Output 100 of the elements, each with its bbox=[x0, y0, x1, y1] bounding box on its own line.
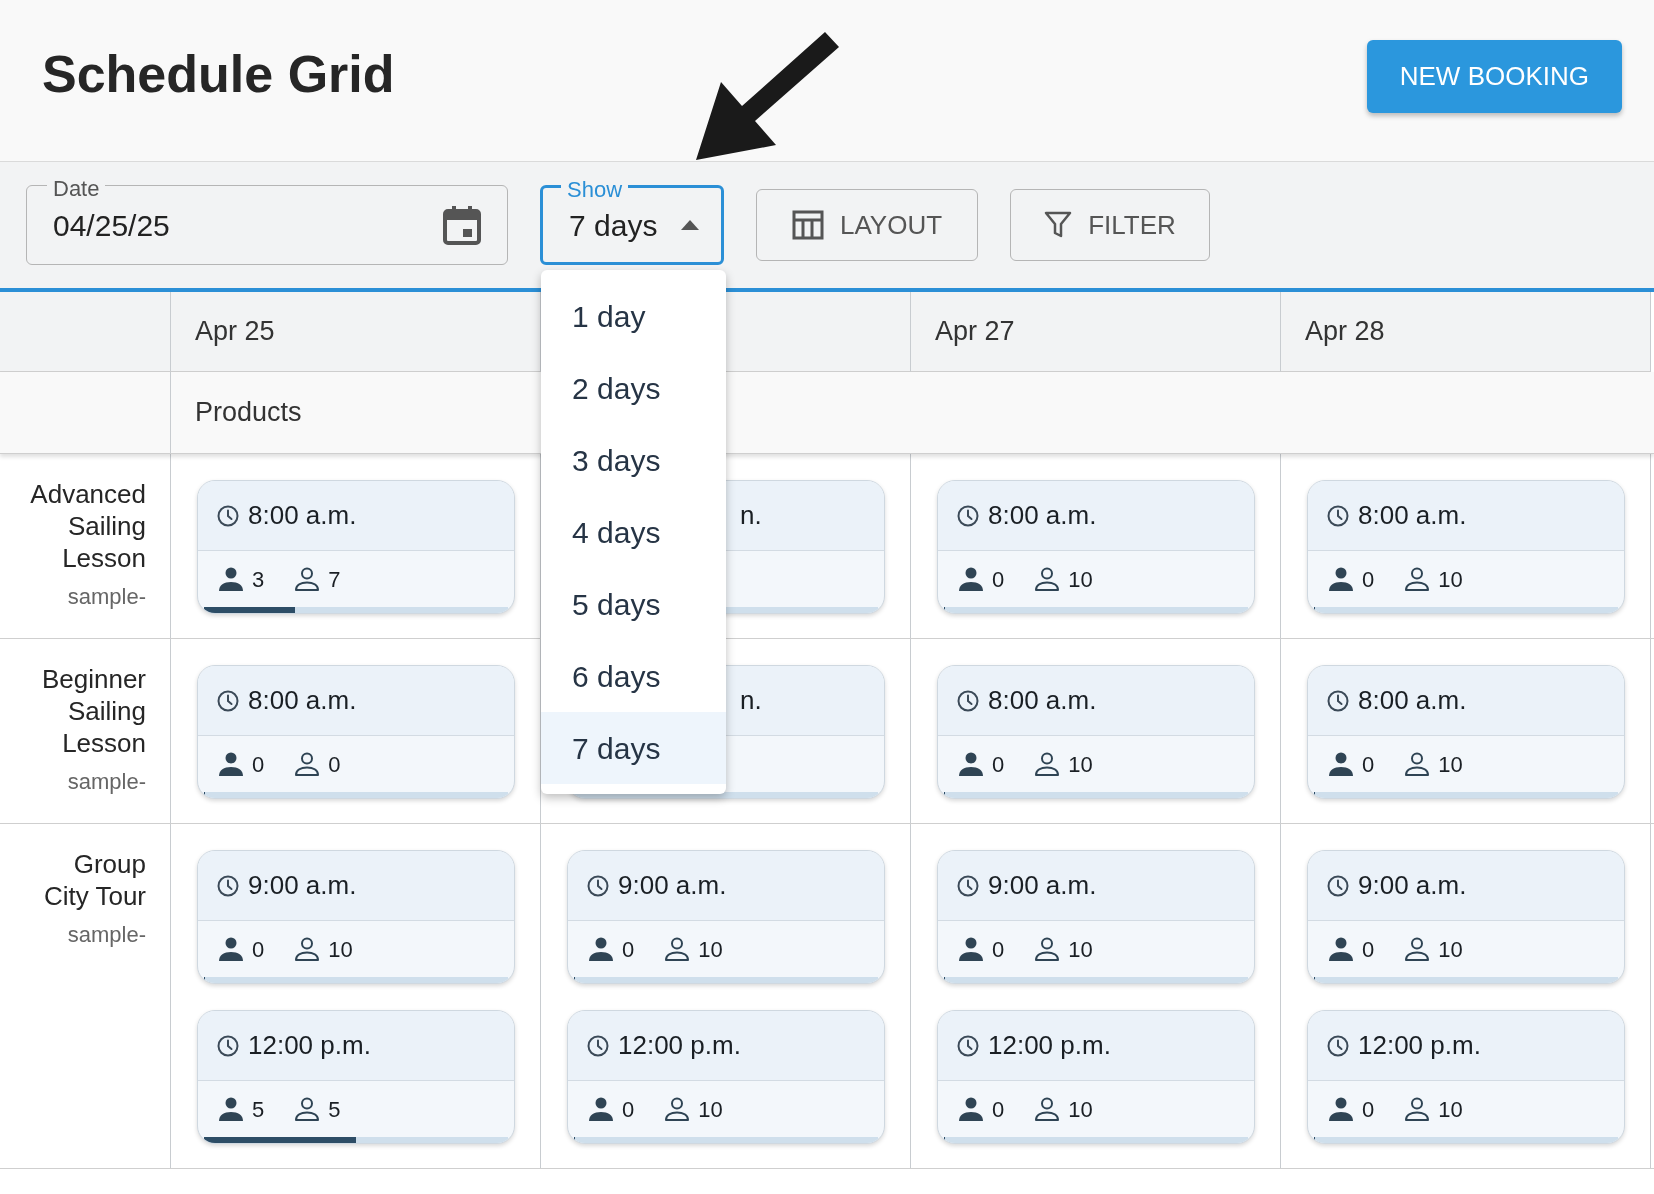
session-time: 8:00 a.m. bbox=[1358, 499, 1467, 532]
person-icon bbox=[958, 752, 984, 776]
menu-option[interactable]: 1 day bbox=[541, 280, 726, 352]
person-outline-icon bbox=[294, 567, 321, 591]
session-time: 12:00 p.m. bbox=[988, 1029, 1111, 1062]
person-outline-icon bbox=[1404, 1097, 1431, 1121]
session-card[interactable]: 8:00 a.m. 0 10 bbox=[937, 480, 1255, 614]
person-icon bbox=[958, 567, 984, 591]
clock-icon bbox=[216, 1033, 240, 1058]
clock-icon bbox=[956, 1033, 980, 1058]
day-header: Apr 28 bbox=[1305, 315, 1385, 349]
session-time: 8:00 a.m. bbox=[248, 499, 357, 532]
booked-count: 0 bbox=[992, 935, 1005, 964]
session-card[interactable]: 9:00 a.m. 0 10 bbox=[1307, 850, 1625, 984]
person-icon bbox=[1328, 937, 1354, 961]
caret-up-icon bbox=[681, 220, 699, 230]
menu-option[interactable]: 2 days bbox=[541, 352, 726, 424]
clock-icon bbox=[1326, 1033, 1350, 1058]
booked-count: 0 bbox=[1362, 565, 1375, 594]
capacity-count: 10 bbox=[698, 1095, 723, 1124]
person-outline-icon bbox=[1034, 1097, 1061, 1121]
capacity-count: 10 bbox=[1068, 935, 1093, 964]
person-icon bbox=[588, 937, 614, 961]
person-icon bbox=[218, 752, 244, 776]
capacity-count: 7 bbox=[328, 565, 341, 594]
session-card[interactable]: 8:00 a.m. 3 7 bbox=[197, 480, 515, 614]
capacity-count: 0 bbox=[328, 750, 341, 779]
person-outline-icon bbox=[294, 937, 321, 961]
person-outline-icon bbox=[1034, 567, 1061, 591]
session-time: 8:00 a.m. bbox=[988, 684, 1097, 717]
session-card[interactable]: 12:00 p.m. 0 10 bbox=[937, 1010, 1255, 1144]
clock-icon bbox=[216, 688, 240, 713]
layout-button[interactable]: LAYOUT bbox=[756, 189, 978, 261]
session-card[interactable]: 9:00 a.m. 0 10 bbox=[197, 850, 515, 984]
session-card[interactable]: 12:00 p.m. 5 5 bbox=[197, 1010, 515, 1144]
capacity-count: 10 bbox=[328, 935, 353, 964]
person-icon bbox=[218, 567, 244, 591]
session-time: 9:00 a.m. bbox=[248, 869, 357, 902]
filter-button[interactable]: FILTER bbox=[1010, 189, 1210, 261]
capacity-count: 10 bbox=[1068, 1095, 1093, 1124]
clock-icon bbox=[216, 503, 240, 528]
person-icon bbox=[1328, 567, 1354, 591]
day-header: Apr 25 bbox=[195, 315, 275, 349]
group-label: Products bbox=[195, 396, 302, 430]
capacity-count: 10 bbox=[1438, 1095, 1463, 1124]
session-card[interactable]: 8:00 a.m. 0 0 bbox=[197, 665, 515, 799]
session-card[interactable]: 12:00 p.m. 0 10 bbox=[1307, 1010, 1625, 1144]
booked-count: 5 bbox=[252, 1095, 265, 1124]
person-outline-icon bbox=[1034, 937, 1061, 961]
person-icon bbox=[958, 937, 984, 961]
menu-option[interactable]: 7 days bbox=[541, 712, 726, 784]
session-card[interactable]: 8:00 a.m. 0 10 bbox=[1307, 665, 1625, 799]
clock-icon bbox=[956, 503, 980, 528]
session-time: 12:00 p.m. bbox=[618, 1029, 741, 1062]
session-card[interactable]: 8:00 a.m. 0 10 bbox=[1307, 480, 1625, 614]
capacity-count: 5 bbox=[328, 1095, 341, 1124]
person-icon bbox=[958, 1097, 984, 1121]
person-outline-icon bbox=[664, 937, 691, 961]
capacity-count: 10 bbox=[1438, 565, 1463, 594]
person-outline-icon bbox=[664, 1097, 691, 1121]
clock-icon bbox=[1326, 873, 1350, 898]
session-time: 8:00 a.m. bbox=[988, 499, 1097, 532]
clock-icon bbox=[956, 688, 980, 713]
session-card[interactable]: 8:00 a.m. 0 10 bbox=[937, 665, 1255, 799]
person-outline-icon bbox=[1404, 937, 1431, 961]
person-outline-icon bbox=[1034, 752, 1061, 776]
product-name: Beginner Sailing Lesson bbox=[40, 663, 146, 759]
session-time: 12:00 p.m. bbox=[1358, 1029, 1481, 1062]
filter-icon bbox=[1044, 211, 1073, 239]
product-code: sample- bbox=[67, 583, 146, 611]
booked-count: 0 bbox=[992, 750, 1005, 779]
product-code: sample- bbox=[67, 768, 146, 796]
session-time: 12:00 p.m. bbox=[248, 1029, 371, 1062]
session-card[interactable]: 9:00 a.m. 0 10 bbox=[567, 850, 885, 984]
day-header: Apr 27 bbox=[935, 315, 1015, 349]
session-card[interactable]: 9:00 a.m. 0 10 bbox=[937, 850, 1255, 984]
clock-icon bbox=[956, 873, 980, 898]
capacity-count: 10 bbox=[1438, 750, 1463, 779]
person-outline-icon bbox=[1404, 567, 1431, 591]
booked-count: 0 bbox=[622, 1095, 635, 1124]
date-value: 04/25/25 bbox=[53, 207, 170, 244]
session-time: 8:00 a.m. bbox=[1358, 684, 1467, 717]
capacity-count: 10 bbox=[698, 935, 723, 964]
booked-count: 0 bbox=[1362, 750, 1375, 779]
person-icon bbox=[1328, 1097, 1354, 1121]
session-time: 9:00 a.m. bbox=[988, 869, 1097, 902]
person-outline-icon bbox=[1404, 752, 1431, 776]
table-icon bbox=[791, 210, 824, 240]
clock-icon bbox=[1326, 688, 1350, 713]
capacity-count: 10 bbox=[1438, 935, 1463, 964]
clock-icon bbox=[216, 873, 240, 898]
calendar-icon bbox=[443, 205, 481, 245]
booked-count: 0 bbox=[992, 1095, 1005, 1124]
person-icon bbox=[218, 937, 244, 961]
session-card[interactable]: 12:00 p.m. 0 10 bbox=[567, 1010, 885, 1144]
session-time: n. bbox=[740, 684, 762, 717]
booked-count: 0 bbox=[1362, 1095, 1375, 1124]
booked-count: 3 bbox=[252, 565, 265, 594]
product-name: Advanced Sailing Lesson bbox=[29, 478, 146, 574]
page-title: Schedule Grid bbox=[42, 48, 395, 100]
